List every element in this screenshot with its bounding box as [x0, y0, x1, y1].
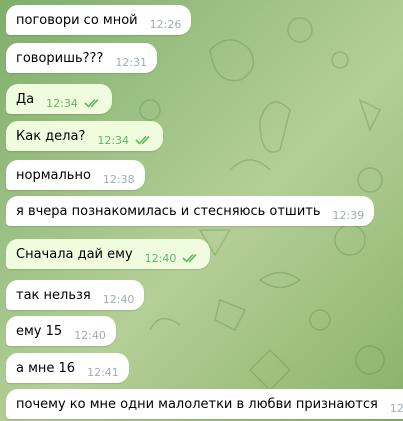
message-time: 12:40 — [74, 328, 106, 342]
double-check-icon — [135, 135, 150, 145]
message-text: я вчера познакомилась и стесняюсь отшить — [16, 203, 321, 219]
message-text: Как дела? — [16, 128, 86, 144]
double-check-icon — [84, 98, 99, 108]
message-bubble-incoming[interactable]: говоришь??? 12:31 — [6, 43, 158, 73]
message-time: 12:34 — [46, 96, 78, 110]
message-bubble-incoming[interactable]: ему 15 12:40 — [6, 316, 116, 346]
message-text: так нельзя — [16, 287, 91, 303]
message-time: 12:41 — [389, 401, 403, 415]
message-text: ему 15 — [16, 323, 63, 339]
message-bubble-outgoing[interactable]: Да 12:34 — [6, 84, 112, 114]
message-time: 12:34 — [97, 133, 130, 147]
message-text: почему ко мне одни малолетки в любви при… — [16, 396, 378, 412]
message-bubble-incoming[interactable]: я вчера познакомилась и стесняюсь отшить… — [6, 196, 375, 226]
message-time: 12:41 — [87, 365, 119, 379]
message-time: 12:26 — [149, 17, 182, 31]
message-time: 12:40 — [144, 251, 177, 265]
chat-wallpaper: поговори со мной 12:26 говоришь??? 12:31… — [0, 0, 403, 421]
message-bubble-outgoing[interactable]: Как дела? 12:34 — [6, 121, 164, 151]
message-bubble-outgoing[interactable]: Сначала дай ему 12:40 — [6, 239, 211, 269]
message-time: 12:39 — [332, 208, 365, 222]
message-time: 12:31 — [115, 55, 148, 69]
message-text: Сначала дай ему — [16, 246, 133, 262]
message-bubble-incoming[interactable]: а мне 16 12:41 — [6, 353, 129, 383]
message-bubble-incoming[interactable]: поговори со мной 12:26 — [6, 5, 192, 35]
message-text: а мне 16 — [16, 360, 76, 376]
message-text: говоришь??? — [16, 50, 104, 66]
message-time: 12:38 — [102, 172, 135, 186]
message-bubble-incoming[interactable]: так нельзя 12:40 — [6, 280, 145, 310]
message-bubble-incoming[interactable]: почему ко мне одни малолетки в любви при… — [6, 389, 403, 419]
message-bubble-incoming[interactable]: нормально 12:38 — [6, 160, 145, 190]
message-text: Да — [16, 91, 35, 107]
message-text: поговори со мной — [16, 12, 138, 28]
message-time: 12:40 — [102, 292, 135, 306]
message-text: нормально — [16, 167, 91, 183]
double-check-icon — [182, 253, 197, 263]
